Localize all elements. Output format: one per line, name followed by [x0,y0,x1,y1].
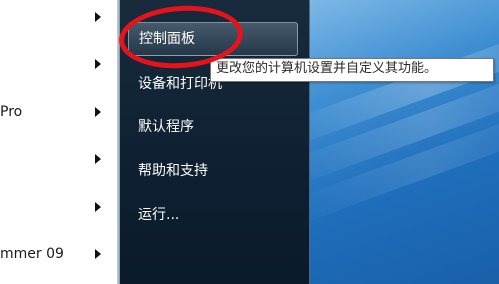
menu-item-label: 默认程序 [138,119,194,135]
program-item[interactable] [0,148,110,170]
program-label: mmer 09 [0,246,64,262]
all-programs-list: Pro mmer 09 [0,0,120,284]
menu-item-run[interactable]: 运行... [128,199,296,231]
menu-item-label: 控制面板 [139,31,195,47]
menu-item-default-programs[interactable]: 默认程序 [128,111,296,143]
program-item[interactable] [0,53,110,75]
program-item[interactable] [0,6,110,28]
submenu-arrow-icon [95,202,101,212]
submenu-arrow-icon [95,107,101,117]
desktop-wallpaper [310,0,499,284]
control-panel-tooltip: 更改您的计算机设置并自定义其功能。 [210,58,494,82]
submenu-arrow-icon [95,154,101,164]
menu-item-control-panel[interactable]: 控制面板 [128,22,298,56]
program-item[interactable]: mmer 09 [0,243,110,265]
start-menu-right-pane: 控制面板 设备和打印机 默认程序 帮助和支持 运行... [120,0,310,284]
submenu-arrow-icon [95,12,101,22]
submenu-arrow-icon [95,59,101,69]
submenu-arrow-icon [95,249,101,259]
menu-item-label: 帮助和支持 [138,163,208,179]
program-item[interactable] [0,196,110,218]
program-label: Pro [0,104,23,120]
menu-item-help-support[interactable]: 帮助和支持 [128,155,296,187]
program-item[interactable]: Pro [0,101,110,123]
menu-item-label: 运行... [138,207,180,223]
